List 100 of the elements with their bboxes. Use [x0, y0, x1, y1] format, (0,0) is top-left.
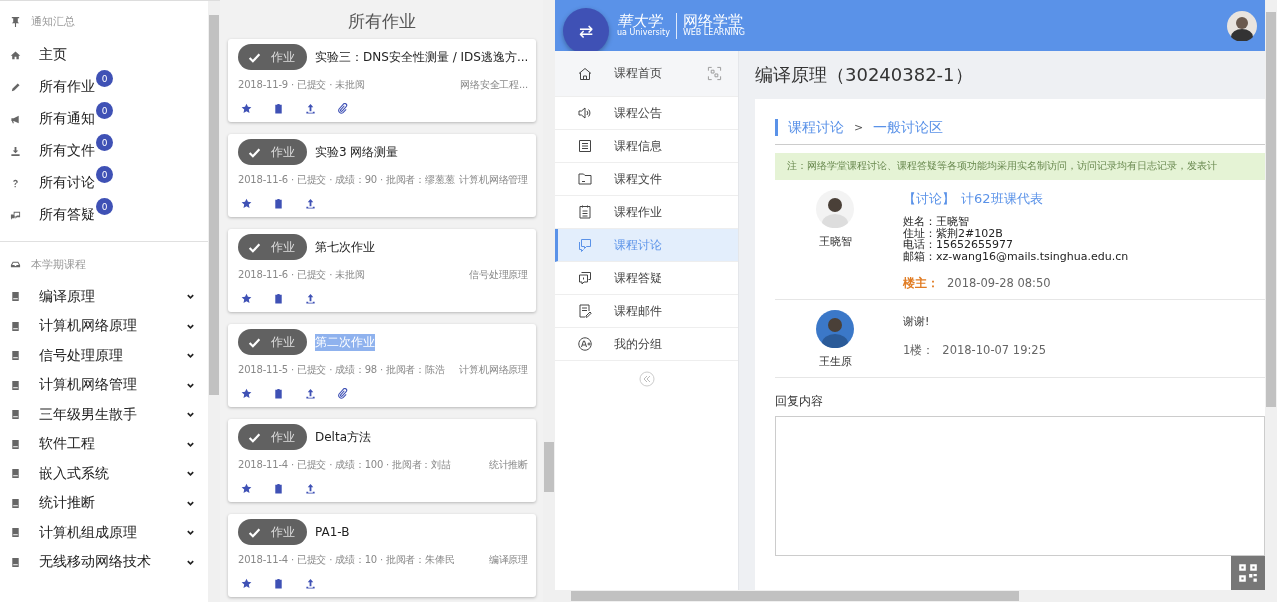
nav-label: 课程答疑 [614, 270, 662, 286]
nav-icon [577, 336, 593, 352]
sidebar-label: 所有答疑 [39, 206, 95, 224]
notice-banner: 注：网络学堂课程讨论、课程答疑等各项功能均采用实名制访问，访问记录均有日志记录，发表计 [775, 144, 1265, 180]
homework-meta: 2018-11-4 · 已提交 · 成绩：100 · 批阅者：刘喆 [238, 458, 451, 472]
upload-icon[interactable] [305, 293, 316, 304]
nav-item[interactable]: 课程邮件 [555, 295, 738, 328]
clipboard-icon[interactable] [273, 388, 284, 399]
pencil-icon [10, 81, 21, 93]
tag-label: 作业 [271, 49, 295, 65]
course-name: 网络安全工程... [460, 78, 528, 92]
upload-icon[interactable] [305, 388, 316, 399]
book-icon [10, 438, 21, 450]
homework-card[interactable]: 作业 PA1-B 2018-11-4 · 已提交 · 成绩：10 · 批阅者：朱俸民 编译原理 [228, 514, 536, 597]
expand-icon[interactable] [186, 469, 195, 479]
sidebar-item[interactable]: 所有通知 0 [0, 103, 208, 135]
star-icon[interactable] [241, 198, 252, 209]
star-icon[interactable] [241, 483, 252, 494]
scrollbar[interactable] [208, 1, 220, 602]
homework-card[interactable]: 作业 实验3 网络测量 2018-11-6 · 已提交 · 成绩：90 · 批阅者：缪葱葱 计算机网络管理 [228, 134, 536, 217]
nav-label: 课程信息 [614, 138, 662, 154]
clipboard-icon[interactable] [273, 103, 284, 114]
sidebar-item[interactable]: 所有答疑 0 [0, 199, 208, 231]
tag-label: 作业 [271, 429, 295, 445]
nav-item[interactable]: 课程信息 [555, 130, 738, 163]
avatar[interactable] [1227, 10, 1257, 41]
count-badge: 0 [96, 134, 113, 151]
star-icon[interactable] [241, 293, 252, 304]
topic-title: 计62班课代表 [961, 190, 1043, 208]
homework-meta: 2018-11-9 · 已提交 · 未批阅 [238, 78, 365, 92]
author-name: 王生原 [818, 354, 852, 370]
nav-label: 课程邮件 [614, 303, 662, 319]
course-item[interactable]: 编译原理 [0, 282, 208, 312]
post-line: 电话：15652655977 [903, 239, 1014, 251]
course-title: 编译原理（30240382-1） [755, 63, 974, 87]
course-label: 统计推断 [39, 494, 95, 513]
tag-label: 作业 [271, 334, 295, 350]
avatar [816, 310, 854, 349]
star-icon[interactable] [241, 578, 252, 589]
paperclip-icon[interactable] [337, 103, 348, 114]
expand-icon[interactable] [186, 292, 195, 302]
upload-icon[interactable] [305, 483, 316, 494]
sidebar-item[interactable]: 所有讨论 0 [0, 167, 208, 199]
expand-icon[interactable] [186, 410, 195, 420]
nav-item[interactable]: 课程首页 [555, 51, 738, 97]
clipboard-icon[interactable] [273, 483, 284, 494]
section-title: 通知汇总 [31, 13, 75, 29]
course-item[interactable]: 软件工程 [0, 429, 208, 459]
expand-icon[interactable] [186, 528, 195, 538]
homework-card[interactable]: 作业 第七次作业 2018-11-6 · 已提交 · 未批阅 信号处理原理 [228, 229, 536, 312]
count-badge: 0 [96, 70, 113, 87]
book-icon [10, 527, 21, 539]
course-name: 信号处理原理 [469, 268, 528, 282]
upload-icon[interactable] [305, 578, 316, 589]
post-line: 姓名：王晓智 [903, 216, 970, 228]
course-item[interactable]: 计算机网络原理 [0, 311, 208, 341]
homework-card[interactable]: 作业 Delta方法 2018-11-4 · 已提交 · 成绩：100 · 批阅者：刘喆 统计推断 [228, 419, 536, 502]
question-icon [10, 177, 21, 189]
star-icon[interactable] [241, 388, 252, 399]
homework-title: 第二次作业 [315, 333, 375, 351]
upload-icon[interactable] [305, 103, 316, 114]
course-item[interactable]: 信号处理原理 [0, 341, 208, 371]
upload-icon[interactable] [305, 198, 316, 209]
bullhorn-icon [10, 113, 21, 125]
course-item[interactable]: 计算机网络管理 [0, 370, 208, 400]
course-name: 计算机网络原理 [459, 363, 528, 377]
sidebar-item[interactable]: 所有作业 0 [0, 71, 208, 103]
course-item[interactable]: 无线移动网络技术 [0, 547, 208, 577]
chat-icon [10, 209, 21, 221]
book-icon [10, 379, 21, 391]
homework-title: PA1-B [315, 525, 350, 539]
nav-item[interactable]: 课程答疑 [555, 262, 738, 295]
star-icon[interactable] [241, 103, 252, 114]
homework-card[interactable]: 作业 第二次作业 2018-11-5 · 已提交 · 成绩：98 · 批阅者：陈浩 计算机网络原理 [228, 324, 536, 407]
clipboard-icon[interactable] [273, 293, 284, 304]
clipboard-icon[interactable] [273, 198, 284, 209]
course-item[interactable]: 统计推断 [0, 488, 208, 518]
course-item[interactable]: 三年级男生散手 [0, 400, 208, 430]
nav-icon [577, 237, 593, 253]
expand-icon[interactable] [186, 351, 195, 361]
nav-label: 课程公告 [614, 105, 662, 121]
qr-code-button[interactable] [1231, 556, 1265, 590]
reply-field[interactable] [775, 416, 1265, 557]
course-label: 计算机组成原理 [39, 523, 137, 542]
nav-item[interactable]: 课程文件 [555, 163, 738, 196]
course-item[interactable]: 计算机组成原理 [0, 518, 208, 548]
course-item[interactable]: 嵌入式系统 [0, 459, 208, 489]
course-label: 三年级男生散手 [39, 405, 137, 424]
author-name: 王晓智 [818, 234, 852, 249]
nav-icon [577, 204, 593, 220]
nav-item[interactable]: 课程公告 [555, 97, 738, 130]
homework-card[interactable]: 作业 实验三：DNS安全性测量 / IDS逃逸方... 2018-11-9 · 已提交 · 未批阅 网络安全工程... [228, 39, 536, 122]
clipboard-icon[interactable] [273, 578, 284, 589]
homework-title: Delta方法 [315, 428, 371, 446]
course-name: 统计推断 [488, 458, 528, 472]
avatar [816, 190, 854, 228]
sidebar-item[interactable]: 所有文件 0 [0, 135, 208, 167]
paperclip-icon[interactable] [337, 388, 348, 399]
nav-icon [577, 65, 593, 82]
sidebar-item[interactable]: 主页 [0, 39, 208, 71]
